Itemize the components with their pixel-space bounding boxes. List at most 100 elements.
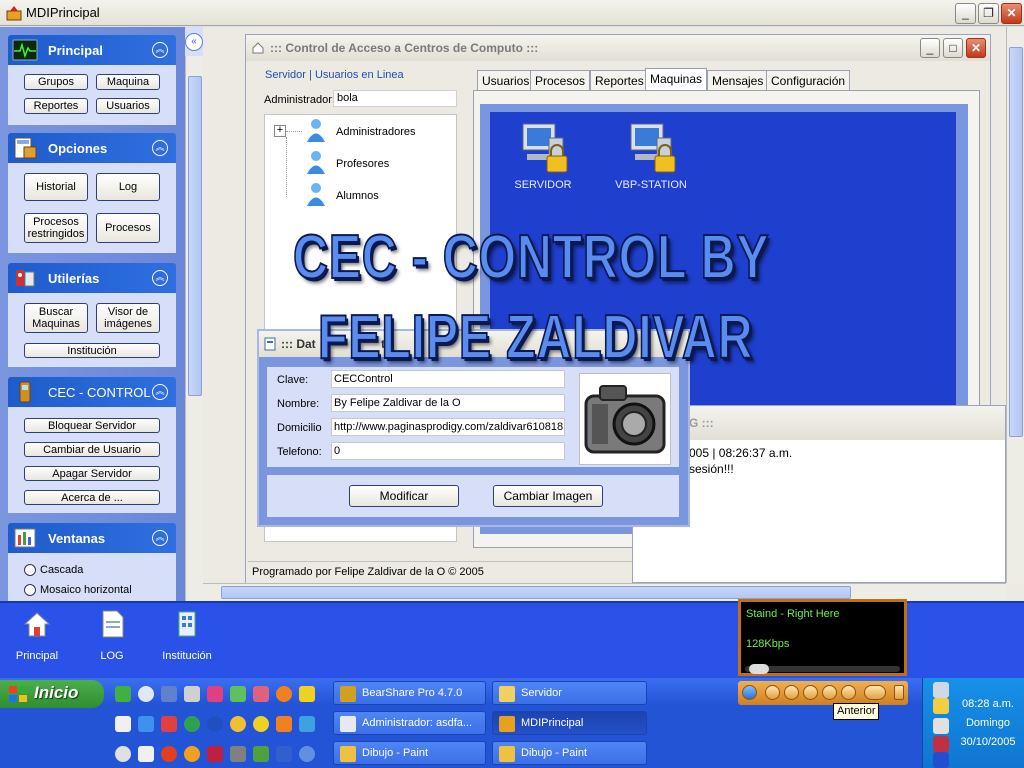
- drive-icon[interactable]: [933, 682, 949, 698]
- app-icon[interactable]: [207, 686, 223, 702]
- tab-mensajes[interactable]: Mensajes: [707, 70, 769, 90]
- app-icon[interactable]: [230, 746, 246, 762]
- tab-reportes[interactable]: Reportes: [590, 70, 649, 90]
- task-administrador[interactable]: Administrador: asdfa...: [333, 711, 486, 735]
- servidor-link[interactable]: Servidor: [265, 69, 306, 81]
- stop-button[interactable]: [803, 685, 818, 700]
- chevron-up-icon[interactable]: ︽: [152, 42, 168, 58]
- scrollbar-thumb[interactable]: [221, 586, 851, 599]
- tool-icon[interactable]: [184, 686, 200, 702]
- photo-box[interactable]: [579, 373, 671, 465]
- chevron-up-icon[interactable]: ︽: [152, 530, 168, 546]
- procesos-button[interactable]: Procesos: [96, 213, 160, 243]
- apagar-servidor-button[interactable]: Apagar Servidor: [24, 466, 160, 481]
- app-icon[interactable]: [230, 686, 246, 702]
- mosaico-horizontal-radio[interactable]: Mosaico horizontal: [24, 584, 132, 596]
- app-icon[interactable]: [115, 746, 131, 762]
- maquina-button[interactable]: Maquina: [96, 74, 160, 90]
- app-icon[interactable]: [207, 746, 223, 762]
- app-icon[interactable]: [138, 746, 154, 762]
- nombre-field[interactable]: By Felipe Zaldivar de la O: [331, 394, 565, 412]
- app-icon[interactable]: [138, 716, 154, 732]
- log-button[interactable]: Log: [96, 173, 160, 201]
- tree-item-alumnos[interactable]: Alumnos: [336, 190, 379, 202]
- clock-time[interactable]: 08:28 a.m.: [953, 698, 1023, 710]
- modificar-button[interactable]: Modificar: [349, 485, 459, 507]
- close-button[interactable]: ✕: [1001, 3, 1022, 24]
- app-icon[interactable]: [276, 746, 292, 762]
- vertical-scrollbar[interactable]: [1006, 27, 1024, 583]
- toolbar-institucion[interactable]: Institución: [152, 609, 222, 662]
- minimize-button[interactable]: _: [920, 38, 940, 58]
- telefono-field[interactable]: 0: [331, 442, 565, 460]
- task-bearshare[interactable]: BearShare Pro 4.7.0: [333, 681, 486, 705]
- domicilio-field[interactable]: http://www.paginasprodigy.com/zaldivar61…: [331, 418, 565, 436]
- bloquear-servidor-button[interactable]: Bloquear Servidor: [24, 418, 160, 433]
- historial-button[interactable]: Historial: [24, 173, 88, 201]
- tab-usuarios[interactable]: Usuarios: [477, 70, 535, 90]
- chevron-up-icon[interactable]: ︽: [152, 270, 168, 286]
- side-panel-scrollbar[interactable]: [185, 56, 203, 601]
- media-icon[interactable]: [138, 686, 154, 702]
- tab-configuracion[interactable]: Configuración: [766, 70, 851, 90]
- network-icon[interactable]: [933, 698, 949, 714]
- next-button[interactable]: [841, 685, 856, 700]
- close-button[interactable]: ✕: [966, 38, 986, 58]
- app-icon[interactable]: [253, 746, 269, 762]
- institucion-button[interactable]: Institución: [24, 343, 160, 358]
- chevron-up-icon[interactable]: ︽: [152, 384, 168, 400]
- disconnected-icon[interactable]: [933, 736, 949, 752]
- volume-button[interactable]: [864, 685, 886, 700]
- pause-button[interactable]: [784, 685, 799, 700]
- app-icon[interactable]: [276, 686, 292, 702]
- tree-item-profesores[interactable]: Profesores: [336, 158, 389, 170]
- machine-servidor[interactable]: SERVIDOR: [498, 120, 588, 191]
- toolbar-log[interactable]: LOG: [77, 609, 147, 662]
- task-paint-2[interactable]: Dibujo - Paint: [492, 741, 647, 765]
- menu-button[interactable]: [765, 685, 780, 700]
- tree-item-administradores[interactable]: Administradores: [336, 126, 415, 138]
- toolbar-principal[interactable]: Principal: [2, 609, 72, 662]
- group-cec-control-header[interactable]: CEC - CONTROL ︽: [8, 377, 176, 407]
- admin-value-field[interactable]: bola: [333, 90, 457, 107]
- radio-circle-icon[interactable]: [24, 584, 36, 596]
- group-utilerias-header[interactable]: Utilerías ︽: [8, 263, 176, 293]
- control-window-title-bar[interactable]: ::: Control de Acceso a Centros de Compu…: [246, 35, 990, 61]
- desktop-icon[interactable]: [161, 686, 177, 702]
- machine-vbp-station[interactable]: VBP-STATION: [606, 120, 696, 191]
- grupos-button[interactable]: Grupos: [24, 74, 88, 90]
- minimize-button[interactable]: _: [955, 3, 976, 24]
- cambiar-imagen-button[interactable]: Cambiar Imagen: [493, 485, 603, 507]
- collapse-panel-button[interactable]: «: [185, 33, 203, 51]
- app-icon[interactable]: [115, 716, 131, 732]
- app-icon[interactable]: [184, 716, 200, 732]
- usuarios-en-linea-link[interactable]: Usuarios en Linea: [315, 69, 404, 81]
- previous-button[interactable]: [822, 685, 837, 700]
- app-icon[interactable]: [299, 716, 315, 732]
- visor-imagenes-button[interactable]: Visor de imágenes: [96, 303, 160, 333]
- group-principal-header[interactable]: Principal ︽: [8, 35, 176, 65]
- app-icon[interactable]: [230, 716, 246, 732]
- radio-circle-icon[interactable]: [24, 564, 36, 576]
- tab-procesos[interactable]: Procesos: [530, 70, 591, 90]
- app-icon[interactable]: [207, 716, 223, 732]
- main-title-bar[interactable]: MDIPrincipal _ ❐ ✕: [0, 0, 1024, 26]
- app-icon[interactable]: [253, 686, 269, 702]
- scrollbar-thumb[interactable]: [1009, 47, 1023, 437]
- app-icon[interactable]: [299, 686, 315, 702]
- usuarios-button[interactable]: Usuarios: [96, 98, 160, 114]
- printer-icon[interactable]: [933, 718, 949, 734]
- cascada-radio[interactable]: Cascada: [24, 564, 83, 576]
- app-icon[interactable]: [184, 746, 200, 762]
- start-button[interactable]: Inicio: [0, 680, 104, 708]
- play-icon[interactable]: [933, 752, 949, 768]
- group-ventanas-header[interactable]: Ventanas ︽: [8, 523, 176, 553]
- restore-button[interactable]: ❐: [978, 3, 999, 24]
- buscar-maquinas-button[interactable]: Buscar Maquinas: [24, 303, 88, 333]
- app-icon[interactable]: [253, 716, 269, 732]
- cambiar-usuario-button[interactable]: Cambiar de Usuario: [24, 442, 160, 457]
- horizontal-scrollbar[interactable]: [203, 583, 1006, 600]
- app-icon[interactable]: [161, 716, 177, 732]
- chevron-up-icon[interactable]: ︽: [152, 140, 168, 156]
- app-icon[interactable]: [299, 746, 315, 762]
